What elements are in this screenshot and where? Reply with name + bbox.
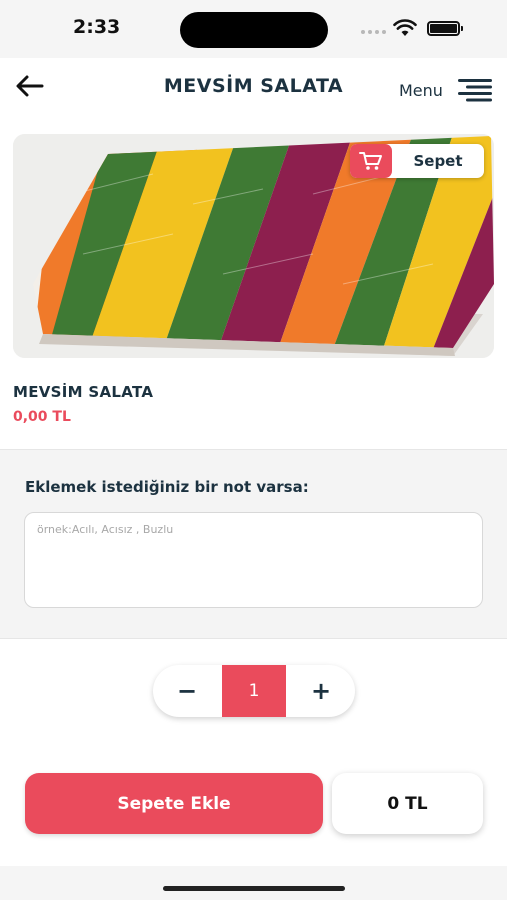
battery-icon: [427, 21, 463, 36]
menu-label[interactable]: Menu: [399, 81, 443, 100]
cart-icon: [350, 144, 392, 178]
total-price: 0 TL: [332, 773, 483, 834]
signal-dots-icon: [361, 30, 386, 34]
cart-button[interactable]: Sepet: [350, 144, 484, 178]
note-section: Eklemek istediğiniz bir not varsa:: [0, 449, 507, 639]
menu-icon[interactable]: [458, 78, 492, 102]
note-label: Eklemek istediğiniz bir not varsa:: [25, 478, 309, 496]
home-indicator-area: [0, 866, 507, 900]
wifi-icon: [393, 19, 417, 36]
decrease-button[interactable]: −: [153, 665, 221, 717]
status-bar: 2:33: [0, 0, 507, 58]
add-to-cart-button[interactable]: Sepete Ekle: [25, 773, 323, 834]
quantity-stepper: − 1 +: [153, 665, 355, 717]
app-header: MEVSİM SALATA Menu: [0, 58, 507, 130]
note-input[interactable]: [24, 512, 483, 608]
quantity-value: 1: [222, 665, 286, 717]
product-price: 0,00 TL: [13, 409, 71, 425]
increase-button[interactable]: +: [287, 665, 355, 717]
status-time: 2:33: [73, 16, 121, 38]
cart-button-label: Sepet: [413, 152, 463, 170]
home-indicator[interactable]: [163, 886, 345, 891]
dynamic-island: [180, 12, 328, 48]
product-name: MEVSİM SALATA: [13, 383, 154, 401]
